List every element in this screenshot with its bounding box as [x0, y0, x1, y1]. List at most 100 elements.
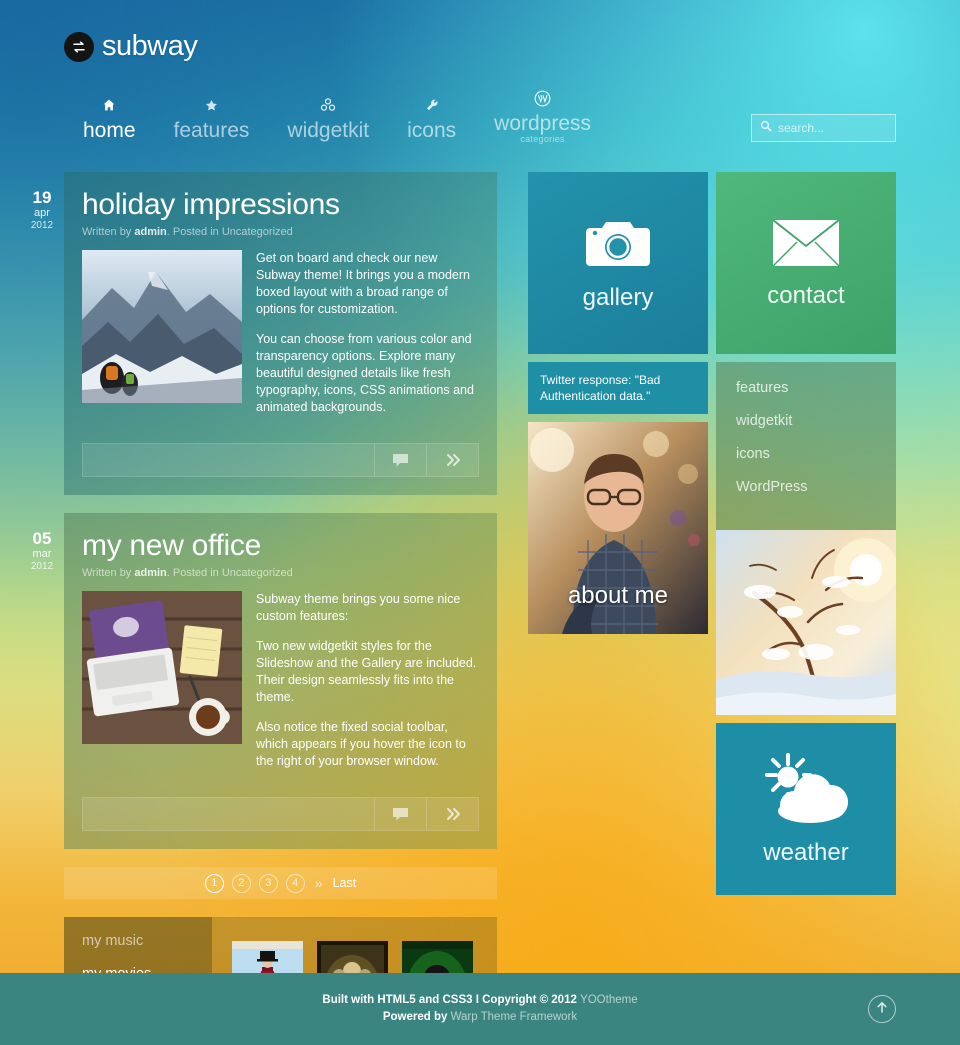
envelope-icon [771, 218, 841, 273]
site-logo[interactable]: subway [64, 30, 197, 63]
nav-item-widgetkit[interactable]: widgetkit [268, 95, 388, 144]
link-item-icons[interactable]: icons [736, 446, 896, 463]
home-icon [102, 95, 116, 115]
sidebar-left-column: Twitter response: "Bad Authentication da… [528, 362, 708, 895]
pagination-page-3[interactable]: 3 [259, 874, 278, 893]
gallery-tile-label: gallery [583, 285, 654, 311]
article-meta: Written by admin. Posted in Uncategorize… [82, 226, 479, 238]
search-icon [760, 119, 772, 137]
contact-tile-label: contact [767, 283, 844, 309]
sidebar: gallery contact Twitter response: [528, 172, 896, 895]
meta-suffix: . Posted in Uncategorized [167, 226, 293, 238]
article-title[interactable]: holiday impressions [82, 188, 479, 222]
date-month: mar [25, 548, 59, 561]
subway-arrows-icon [64, 32, 94, 62]
sidebar-top-tiles: gallery contact [528, 172, 896, 354]
read-more-icon[interactable] [426, 444, 478, 476]
footer-line-2: Powered by Warp Theme Framework [322, 1009, 637, 1026]
link-item-features[interactable]: features [736, 380, 896, 397]
twitter-status-box: Twitter response: "Bad Authentication da… [528, 362, 708, 414]
meta-author[interactable]: admin [134, 567, 166, 579]
article-thumbnail[interactable] [82, 591, 242, 783]
nav-item-icons[interactable]: icons [388, 95, 475, 144]
article-thumbnail[interactable] [82, 250, 242, 429]
article-content: Get on board and check our new Subway th… [82, 250, 479, 429]
main-column: 19 apr 2012 holiday impressions Written … [64, 172, 497, 1045]
article-text: Subway theme brings you some nice custom… [256, 591, 479, 783]
date-day: 19 [25, 188, 59, 207]
contact-tile[interactable]: contact [716, 172, 896, 354]
about-me-tile[interactable]: about me [528, 422, 708, 634]
article-paragraph: Two new widgetkit styles for the Slidesh… [256, 638, 479, 706]
star-icon [204, 95, 219, 115]
nav-item-wordpress[interactable]: wordpress categories [475, 88, 610, 144]
gallery-tile[interactable]: gallery [528, 172, 708, 354]
pagination-page-2[interactable]: 2 [232, 874, 251, 893]
links-list: features widgetkit icons WordPress [716, 362, 896, 530]
meta-prefix: Written by [82, 567, 134, 579]
nav-label-icons: icons [407, 118, 456, 144]
nav-label-home: home [83, 118, 136, 144]
main-navigation: home features widgetkit [64, 88, 610, 144]
widgetkit-icon [320, 95, 336, 115]
page-root: subway home features [0, 0, 960, 1045]
article-text: Get on board and check our new Subway th… [256, 250, 479, 429]
pagination-last-button[interactable]: Last [333, 876, 357, 890]
footer-line-1: Built with HTML5 and CSS3 I Copyright © … [322, 992, 637, 1009]
pagination-page-1[interactable]: 1 [205, 874, 224, 893]
article-footer [82, 443, 479, 477]
article-content: Subway theme brings you some nice custom… [82, 591, 479, 783]
site-footer: Built with HTML5 and CSS3 I Copyright © … [0, 973, 960, 1045]
scroll-to-top-button[interactable] [868, 995, 896, 1023]
site-header: subway home features [0, 0, 960, 168]
nav-item-home[interactable]: home [64, 95, 155, 144]
nav-item-features[interactable]: features [155, 95, 269, 144]
wordpress-icon [534, 88, 551, 108]
wrench-icon [425, 95, 439, 115]
footer-powered-by: Powered by [383, 1011, 451, 1023]
article-footer [82, 797, 479, 831]
sidebar-lower: Twitter response: "Bad Authentication da… [528, 362, 896, 895]
meta-prefix: Written by [82, 226, 134, 238]
about-me-label: about me [528, 582, 708, 610]
read-more-icon[interactable] [426, 798, 478, 830]
tab-my-music[interactable]: my music [82, 933, 212, 949]
comment-icon[interactable] [374, 798, 426, 830]
nav-sublabel-wordpress: categories [520, 134, 565, 144]
nav-label-features: features [174, 118, 250, 144]
article-date: 05 mar 2012 [25, 529, 59, 573]
pagination-next-button[interactable]: » [315, 875, 323, 891]
article-paragraph: You can choose from various color and tr… [256, 331, 479, 416]
nav-label-widgetkit: widgetkit [287, 118, 369, 144]
weather-tile-label: weather [763, 840, 848, 866]
snowy-branches-photo[interactable] [716, 530, 896, 715]
link-item-wordpress[interactable]: WordPress [736, 479, 896, 496]
link-item-widgetkit[interactable]: widgetkit [736, 413, 896, 430]
article-my-new-office: 05 mar 2012 my new office Written by adm… [64, 513, 497, 849]
search-input[interactable] [778, 121, 887, 135]
footer-text: Built with HTML5 and CSS3 I Copyright © … [322, 992, 637, 1026]
article-body: my new office Written by admin. Posted i… [64, 513, 497, 849]
article-date: 19 apr 2012 [25, 188, 59, 232]
weather-tile[interactable]: weather [716, 723, 896, 895]
laptop-desk-photo [82, 591, 242, 744]
meta-suffix: . Posted in Uncategorized [167, 567, 293, 579]
article-body: holiday impressions Written by admin. Po… [64, 172, 497, 495]
article-paragraph: Get on board and check our new Subway th… [256, 250, 479, 318]
sidebar-right-column: features widgetkit icons WordPress [716, 362, 896, 895]
date-day: 05 [25, 529, 59, 548]
article-title[interactable]: my new office [82, 529, 479, 563]
footer-yootheme-link[interactable]: YOOtheme [580, 994, 638, 1006]
meta-author[interactable]: admin [134, 226, 166, 238]
comment-icon[interactable] [374, 444, 426, 476]
article-paragraph: Also notice the fixed social toolbar, wh… [256, 719, 479, 770]
date-month: apr [25, 207, 59, 220]
arrow-up-icon [875, 1000, 889, 1019]
pagination-page-4[interactable]: 4 [286, 874, 305, 893]
footer-warp-link[interactable]: Warp Theme Framework [451, 1011, 578, 1023]
search-box[interactable] [751, 114, 896, 142]
footer-copyright: Built with HTML5 and CSS3 I Copyright © … [322, 994, 580, 1006]
article-holiday-impressions: 19 apr 2012 holiday impressions Written … [64, 172, 497, 495]
pagination: 1 2 3 4 » Last [64, 867, 497, 899]
mountain-hikers-photo [82, 250, 242, 403]
